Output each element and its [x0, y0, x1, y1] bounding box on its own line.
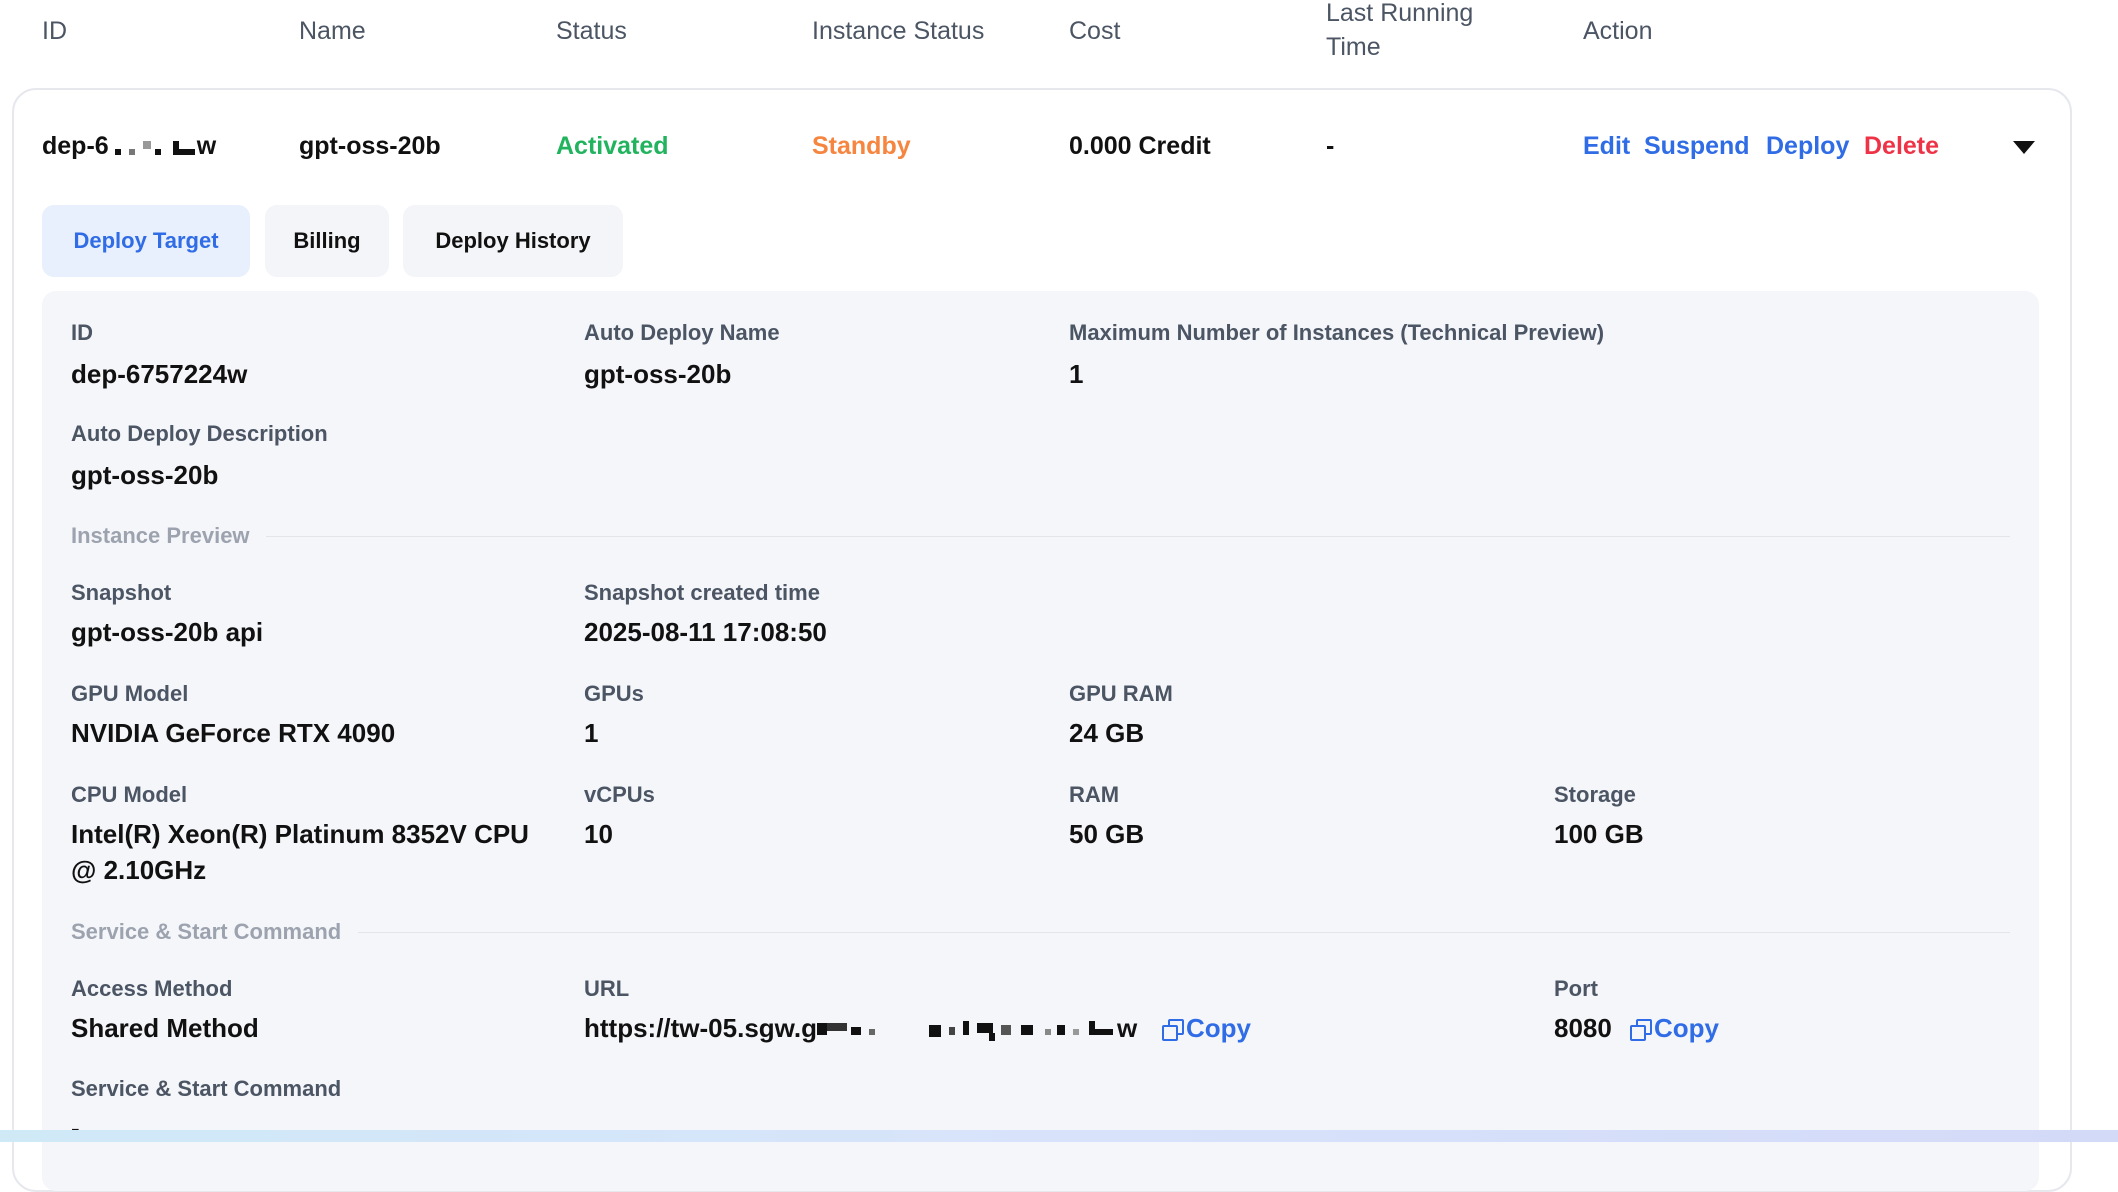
- suspend-button[interactable]: Suspend: [1644, 128, 1750, 164]
- ram-label: RAM: [1069, 782, 1120, 807]
- gpu-ram-label: GPU RAM: [1069, 681, 1173, 706]
- col-header-status: Status: [556, 17, 627, 45]
- row-name: gpt-oss-20b: [299, 132, 441, 160]
- auto-deploy-description-label: Auto Deploy Description: [71, 421, 328, 446]
- id-label: ID: [71, 320, 93, 345]
- access-method-value: Shared Method: [71, 1013, 259, 1043]
- gpus-value: 1: [584, 718, 599, 748]
- page-bottom-gradient: [0, 1130, 2118, 1142]
- copy-port-button[interactable]: Copy: [1630, 1010, 1719, 1046]
- tab-deploy-target[interactable]: Deploy Target: [42, 205, 250, 277]
- url-value: https://tw-05.sgw.g w: [584, 1013, 1138, 1043]
- edit-button[interactable]: Edit: [1583, 128, 1630, 164]
- gpu-ram-value: 24 GB: [1069, 718, 1145, 748]
- tab-deploy-history[interactable]: Deploy History: [403, 205, 623, 277]
- col-header-instance-status: Instance Status: [812, 17, 985, 45]
- row-last-running-time: -: [1326, 132, 1335, 160]
- redacted-id: [109, 137, 197, 157]
- port-label: Port: [1554, 976, 1598, 1001]
- snapshot-value: gpt-oss-20b api: [71, 617, 264, 647]
- auto-deploy-description-value: gpt-oss-20b: [71, 460, 219, 490]
- url-label: URL: [584, 976, 630, 1001]
- snapshot-created-label: Snapshot created time: [584, 580, 820, 605]
- copy-url-button[interactable]: Copy: [1162, 1010, 1251, 1046]
- deploy-button[interactable]: Deploy: [1766, 128, 1849, 164]
- cpu-model-value: Intel(R) Xeon(R) Platinum 8352V CPU @ 2.…: [71, 819, 529, 885]
- max-instances-value: 1: [1069, 359, 1084, 389]
- gpu-model-label: GPU Model: [71, 681, 189, 706]
- col-header-action: Action: [1583, 17, 1653, 45]
- service-section-title: Service & Start Command: [71, 919, 342, 944]
- start-command-label: Service & Start Command: [71, 1076, 342, 1101]
- instance-status-badge: Standby: [812, 132, 911, 160]
- redacted-url: [817, 1017, 1117, 1043]
- instance-preview-section-title: Instance Preview: [71, 523, 250, 548]
- col-header-name: Name: [299, 17, 366, 45]
- auto-deploy-name-value: gpt-oss-20b: [584, 359, 732, 389]
- id-value: dep-6757224w: [71, 359, 248, 389]
- col-header-cost: Cost: [1069, 17, 1121, 45]
- status-badge: Activated: [556, 132, 669, 160]
- section-divider: [358, 932, 2010, 933]
- col-header-id: ID: [42, 17, 67, 45]
- max-instances-label: Maximum Number of Instances (Technical P…: [1069, 320, 1605, 345]
- chevron-down-icon[interactable]: [2013, 141, 2035, 154]
- delete-button[interactable]: Delete: [1864, 128, 1939, 164]
- cpu-model-label: CPU Model: [71, 782, 188, 807]
- tab-billing[interactable]: Billing: [265, 205, 389, 277]
- access-method-label: Access Method: [71, 976, 233, 1001]
- ram-value: 50 GB: [1069, 819, 1145, 849]
- copy-icon: [1162, 1019, 1184, 1041]
- vcpus-label: vCPUs: [584, 782, 655, 807]
- snapshot-created-value: 2025-08-11 17:08:50: [584, 617, 827, 647]
- port-value: 8080: [1554, 1013, 1612, 1043]
- gpus-label: GPUs: [584, 681, 644, 706]
- auto-deploy-name-label: Auto Deploy Name: [584, 320, 780, 345]
- section-divider: [266, 536, 2010, 537]
- col-header-last-running-time: Last Running Time: [1326, 0, 1474, 61]
- snapshot-label: Snapshot: [71, 580, 172, 605]
- gpu-model-value: NVIDIA GeForce RTX 4090: [71, 718, 396, 748]
- vcpus-value: 10: [584, 819, 613, 849]
- copy-icon: [1630, 1019, 1652, 1041]
- storage-value: 100 GB: [1554, 819, 1644, 849]
- row-id: dep-6 w: [42, 132, 217, 160]
- row-cost: 0.000 Credit: [1069, 132, 1211, 160]
- storage-label: Storage: [1554, 782, 1636, 807]
